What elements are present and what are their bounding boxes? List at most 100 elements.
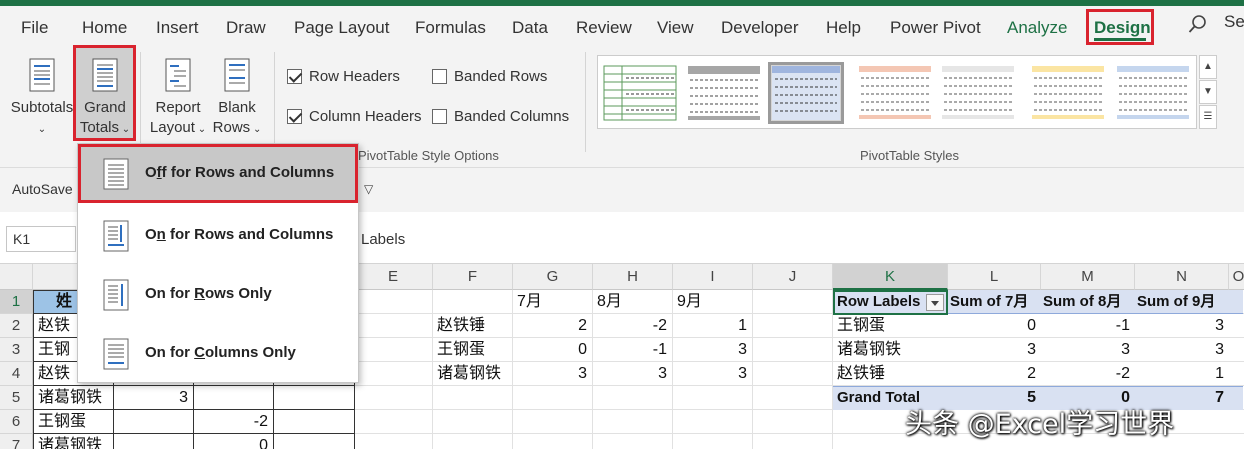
column-header-f[interactable]: F <box>433 264 513 290</box>
tab-data[interactable]: Data <box>512 18 548 38</box>
cell-i1[interactable]: 9月 <box>673 290 752 314</box>
cell-b5[interactable]: 3 <box>114 386 193 410</box>
cell-i2[interactable]: 1 <box>673 314 752 338</box>
cell-i4[interactable]: 3 <box>673 362 752 386</box>
column-header-e[interactable]: E <box>354 264 433 290</box>
cell-g4[interactable]: 3 <box>513 362 592 386</box>
pivot-row-label[interactable]: 赵铁锤 <box>833 362 948 386</box>
row-header-5[interactable]: 5 <box>0 386 33 410</box>
cell-h4[interactable]: 3 <box>593 362 672 386</box>
formula-content[interactable]: Labels <box>361 231 405 248</box>
cell-h3[interactable]: -1 <box>593 338 672 362</box>
column-header-o[interactable]: O <box>1229 264 1244 290</box>
cell-g2[interactable]: 2 <box>513 314 592 338</box>
pivot-value[interactable]: 3 <box>948 338 1041 362</box>
banded-columns-checkbox[interactable]: Banded Columns <box>432 108 569 125</box>
cell-f3[interactable]: 王钢蛋 <box>433 338 512 362</box>
pivot-header-7[interactable]: Sum of 7月 <box>948 290 1041 314</box>
style-thumb-light-blue[interactable] <box>1115 62 1191 124</box>
chevron-down-icon: ⌄ <box>37 124 47 135</box>
report-layout-button[interactable]: Report Layout ⌄ <box>148 58 208 140</box>
tab-help[interactable]: Help <box>826 18 861 38</box>
banded-rows-checkbox[interactable]: Banded Rows <box>432 68 547 85</box>
row-headers-checkbox[interactable]: Row Headers <box>287 68 400 85</box>
pivot-row-label[interactable]: 王钢蛋 <box>833 314 948 338</box>
watermark: 头条 @Excel学习世界 <box>905 409 1175 440</box>
column-header-h[interactable]: H <box>593 264 673 290</box>
row-header-6[interactable]: 6 <box>0 410 33 434</box>
menu-item-off-rows-columns[interactable]: Off for Rows and Columns <box>78 144 358 203</box>
gallery-scroll-down-icon[interactable]: ▼ <box>1199 80 1217 104</box>
tab-page-layout[interactable]: Page Layout <box>294 18 389 38</box>
pivot-value[interactable]: 1 <box>1135 362 1229 386</box>
cell-g1[interactable]: 7月 <box>513 290 592 314</box>
pivot-value[interactable]: -1 <box>1041 314 1135 338</box>
tab-power-pivot[interactable]: Power Pivot <box>890 18 981 38</box>
row-header-1[interactable]: 1 <box>0 290 33 314</box>
column-header-g[interactable]: G <box>513 264 593 290</box>
pivot-header-9[interactable]: Sum of 9月 <box>1135 290 1229 314</box>
column-header-i[interactable]: I <box>673 264 753 290</box>
tab-design[interactable]: Design <box>1094 18 1151 38</box>
customize-toolbar-icon[interactable]: ▽ <box>364 182 373 196</box>
name-box[interactable]: K1 <box>6 226 76 252</box>
cell-f2[interactable]: 赵铁锤 <box>433 314 512 338</box>
menu-item-on-rows-columns[interactable]: On for Rows and Columns <box>78 206 358 265</box>
tab-draw[interactable]: Draw <box>226 18 266 38</box>
menu-item-on-columns-only[interactable]: On for Columns Only <box>78 324 358 383</box>
tab-review[interactable]: Review <box>576 18 632 38</box>
style-thumb-yellow[interactable] <box>1030 62 1106 124</box>
cell-g3[interactable]: 0 <box>513 338 592 362</box>
style-thumb-green[interactable] <box>602 62 678 124</box>
tab-insert[interactable]: Insert <box>156 18 199 38</box>
gallery-more-icon[interactable]: ☰ <box>1199 105 1217 129</box>
tab-home[interactable]: Home <box>82 18 127 38</box>
style-thumb-light-gray[interactable] <box>940 62 1016 124</box>
tab-view[interactable]: View <box>657 18 694 38</box>
pivot-value[interactable]: -2 <box>1041 362 1135 386</box>
tab-file[interactable]: File <box>21 18 48 38</box>
cell-h2[interactable]: -2 <box>593 314 672 338</box>
pivot-value[interactable]: 3 <box>1041 338 1135 362</box>
cell-f4[interactable]: 诸葛钢铁 <box>433 362 512 386</box>
gallery-scroll-up-icon[interactable]: ▲ <box>1199 55 1217 79</box>
cell-a7[interactable]: 诸葛钢铁 <box>34 434 112 449</box>
subtotals-button[interactable]: Subtotals ⌄ <box>10 58 74 140</box>
tab-formulas[interactable]: Formulas <box>415 18 486 38</box>
pivot-row-label[interactable]: 诸葛钢铁 <box>833 338 948 362</box>
row-header-7[interactable]: 7 <box>0 434 33 449</box>
column-header-k[interactable]: K <box>833 264 948 290</box>
checkbox-unchecked-icon <box>432 69 447 84</box>
row-header-4[interactable]: 4 <box>0 362 33 386</box>
column-header-m[interactable]: M <box>1041 264 1135 290</box>
cell-c6[interactable]: -2 <box>194 410 273 434</box>
cell-a5[interactable]: 诸葛钢铁 <box>34 386 112 410</box>
tab-analyze[interactable]: Analyze <box>1007 18 1067 38</box>
pivot-value[interactable]: 3 <box>1135 338 1229 362</box>
cell-h1[interactable]: 8月 <box>593 290 672 314</box>
cell-i3[interactable]: 3 <box>673 338 752 362</box>
cell-c7[interactable]: 0 <box>194 434 273 449</box>
style-thumb-blue-selected[interactable] <box>768 62 844 124</box>
grand-totals-button[interactable]: Grand Totals ⌄ <box>76 58 134 140</box>
select-all-corner[interactable] <box>0 264 33 290</box>
pivot-value[interactable]: 3 <box>1135 314 1229 338</box>
pivot-header-8[interactable]: Sum of 8月 <box>1041 290 1135 314</box>
row-header-3[interactable]: 3 <box>0 338 33 362</box>
column-header-n[interactable]: N <box>1135 264 1229 290</box>
column-header-l[interactable]: L <box>948 264 1041 290</box>
column-header-j[interactable]: J <box>753 264 833 290</box>
autosave-label[interactable]: AutoSave <box>12 181 73 197</box>
style-thumb-gray[interactable] <box>686 62 762 124</box>
search-label[interactable]: Sea <box>1224 12 1244 32</box>
row-header-2[interactable]: 2 <box>0 314 33 338</box>
tab-developer[interactable]: Developer <box>721 18 799 38</box>
pivot-value[interactable]: 2 <box>948 362 1041 386</box>
blank-rows-button[interactable]: Blank Rows ⌄ <box>209 58 265 140</box>
pivot-value[interactable]: 0 <box>948 314 1041 338</box>
style-thumb-orange[interactable] <box>857 62 933 124</box>
column-headers-checkbox[interactable]: Column Headers <box>287 108 422 125</box>
menu-item-on-rows-only[interactable]: On for Rows Only <box>78 265 358 324</box>
cell-a6[interactable]: 王钢蛋 <box>34 410 112 434</box>
search-icon[interactable] <box>1188 14 1208 39</box>
